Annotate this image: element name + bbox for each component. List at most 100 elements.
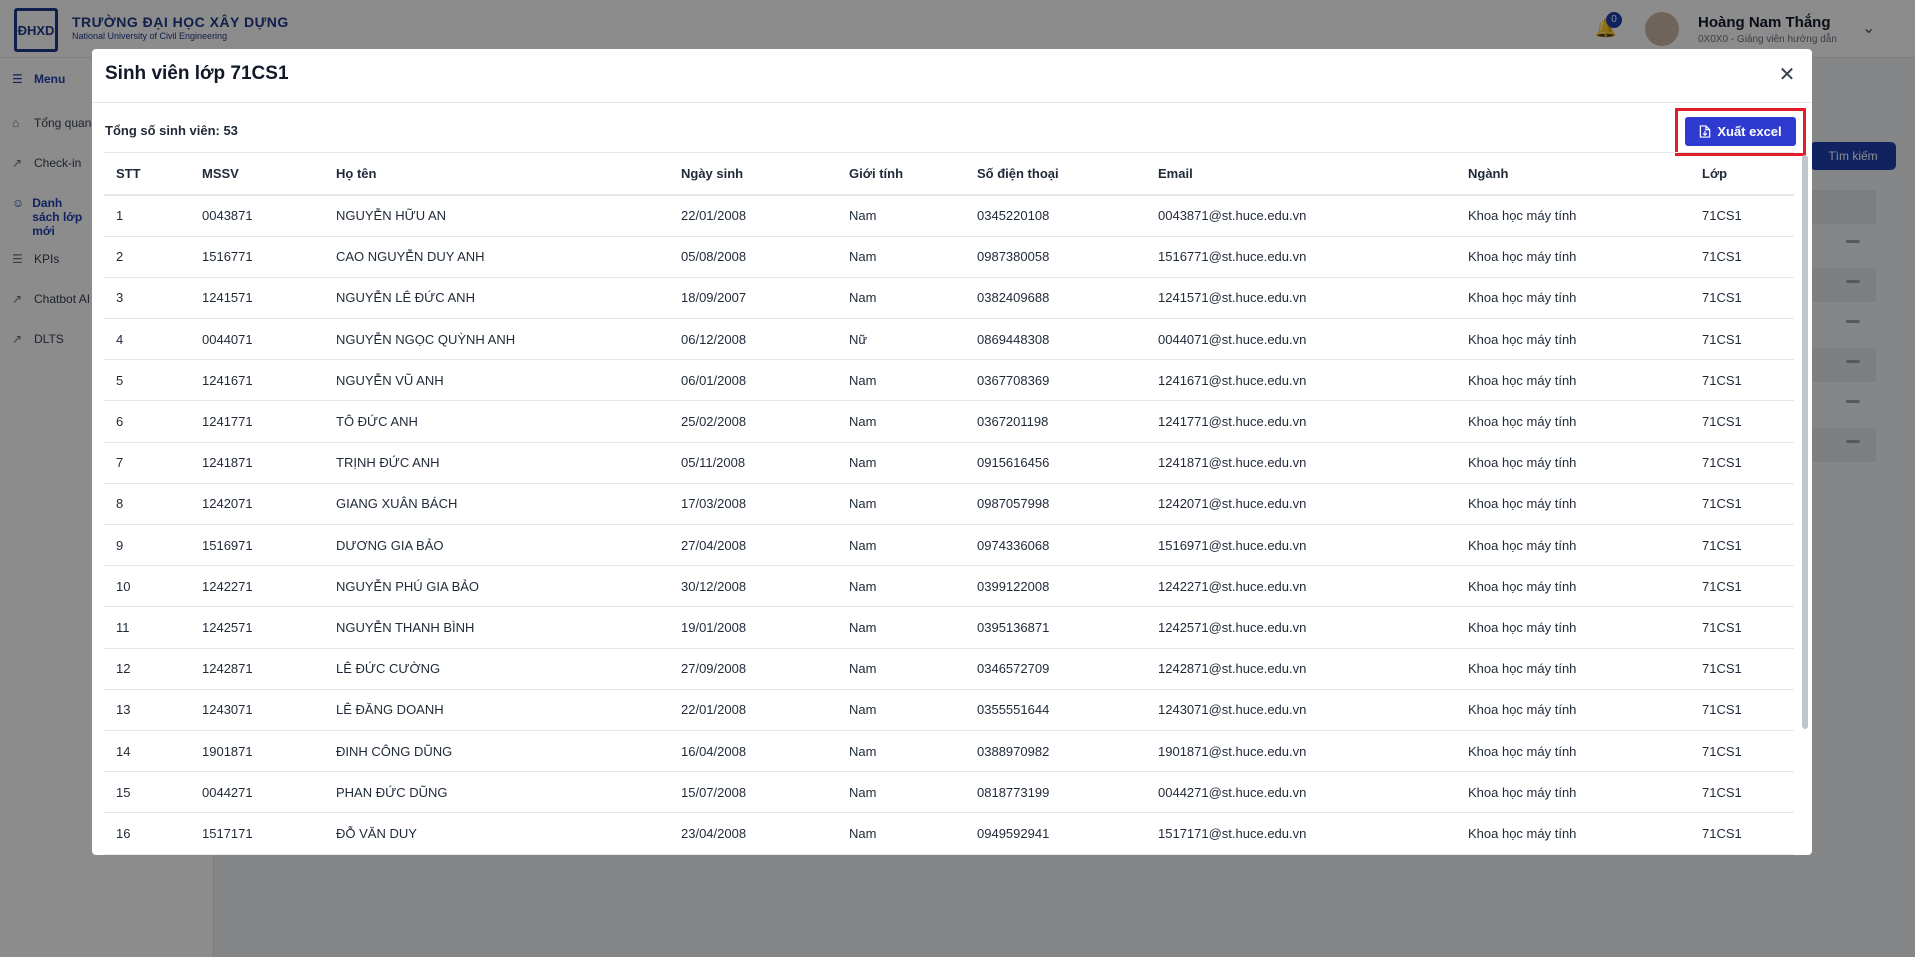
table-cell-email: 1901871@st.huce.edu.vn [1146,730,1456,773]
table-row[interactable]: 8 1242071 GIANG XUÂN BÁCH 17/03/2008 Nam 0987… [104,483,1794,526]
table-cell-phone: 0818773199 [965,771,1146,814]
table-cell-mssv: 0043871 [190,195,324,237]
table-cell-class: 71CS1 [1690,359,1794,402]
total-students: Tổng số sinh viên: 53 [105,123,238,138]
table-cell-phone: 0915616456 [965,442,1146,484]
table-cell-name: PHAN ĐỨC DŨNG [324,771,669,814]
table-cell-stt: 7 [104,442,190,484]
export-excel-button[interactable]: Xuất excel [1685,117,1796,146]
table-cell-mssv: 1901871 [190,730,324,773]
table-row[interactable]: 7 1241871 TRỊNH ĐỨC ANH 05/11/2008 Nam 091561… [104,442,1794,484]
table-row[interactable]: 2 1516771 CAO NGUYỄN DUY ANH 05/08/2008 Nam 0… [104,236,1794,278]
table-cell-dob: 15/07/2008 [669,771,837,814]
table-row[interactable]: 4 0044071 NGUYỄN NGỌC QUỲNH ANH 06/12/2008 N… [104,318,1794,361]
column-header-name[interactable]: Họ tên [324,153,669,196]
table-cell-mssv: 0044071 [190,318,324,361]
table-cell-name: LÊ ĐĂNG DOANH [324,689,669,731]
table-cell-class: 71CS1 [1690,483,1794,526]
table-cell-major: Khoa học máy tính [1456,812,1690,855]
table-cell-stt: 3 [104,277,190,320]
table-cell-email: 1517171@st.huce.edu.vn [1146,812,1456,855]
table-row[interactable]: 16 1517171 ĐỖ VĂN DUY 23/04/2008 Nam 09495929… [104,812,1794,855]
table-cell-stt: 14 [104,730,190,773]
table-row[interactable]: 1 0043871 NGUYỄN HỮU AN 22/01/2008 Nam 034522… [104,195,1794,237]
table-cell-mssv: 1516971 [190,524,324,567]
table-cell-email: 1242271@st.huce.edu.vn [1146,565,1456,608]
export-excel-label: Xuất excel [1717,124,1782,139]
table-cell-class: 71CS1 [1690,812,1794,855]
table-row[interactable]: 13 1243071 LÊ ĐĂNG DOANH 22/01/2008 Nam 03555… [104,689,1794,731]
table-cell-stt: 12 [104,648,190,690]
table-cell-name: NGUYỄN VŨ ANH [324,359,669,402]
table-cell-dob: 18/09/2007 [669,277,837,320]
table-cell-mssv: 1242271 [190,565,324,608]
table-cell-stt: 15 [104,771,190,814]
table-cell-dob: 06/01/2008 [669,359,837,402]
table-cell-name: NGUYỄN HỮU AN [324,195,669,237]
modal-header: Sinh viên lớp 71CS1 ✕ [92,49,1812,103]
student-table: STT MSSV Họ tên Ngày sinh Giới tính Số điện t… [104,153,1794,855]
table-cell-name: DƯƠNG GIA BẢO [324,524,669,567]
table-cell-email: 0044271@st.huce.edu.vn [1146,771,1456,814]
column-header-stt[interactable]: STT [104,153,190,196]
table-cell-class: 71CS1 [1690,442,1794,484]
column-header-class[interactable]: Lớp [1690,153,1794,196]
table-cell-major: Khoa học máy tính [1456,483,1690,526]
table-row[interactable]: 15 0044271 PHAN ĐỨC DŨNG 15/07/2008 Nam 08187… [104,771,1794,814]
table-cell-major: Khoa học máy tính [1456,524,1690,567]
table-cell-stt: 6 [104,400,190,443]
student-table-container[interactable]: STT MSSV Họ tên Ngày sinh Giới tính Số điện t… [104,152,1794,855]
table-cell-name: LÊ ĐỨC CƯỜNG [324,648,669,690]
table-cell-email: 1516971@st.huce.edu.vn [1146,524,1456,567]
table-cell-gender: Nữ [837,318,965,361]
table-cell-gender: Nam [837,400,965,443]
table-row[interactable]: 3 1241571 NGUYỄN LÊ ĐỨC ANH 18/09/2007 Nam 03… [104,277,1794,320]
table-cell-email: 0043871@st.huce.edu.vn [1146,195,1456,237]
table-row[interactable]: 11 1242571 NGUYỄN THANH BÌNH 19/01/2008 Nam 0… [104,606,1794,649]
table-cell-phone: 0974336068 [965,524,1146,567]
table-cell-stt: 5 [104,359,190,402]
table-cell-mssv: 1242571 [190,606,324,649]
table-cell-name: NGUYỄN THANH BÌNH [324,606,669,649]
table-cell-gender: Nam [837,277,965,320]
table-cell-phone: 0367201198 [965,400,1146,443]
table-cell-email: 1241671@st.huce.edu.vn [1146,359,1456,402]
table-row[interactable]: 10 1242271 NGUYỄN PHÚ GIA BẢO 30/12/2008 Nam… [104,565,1794,608]
table-cell-name: ĐINH CÔNG DŨNG [324,730,669,773]
table-cell-major: Khoa học máy tính [1456,689,1690,731]
table-cell-email: 0044071@st.huce.edu.vn [1146,318,1456,361]
table-row[interactable]: 14 1901871 ĐINH CÔNG DŨNG 16/04/2008 Nam 0388… [104,730,1794,773]
table-cell-mssv: 1243071 [190,689,324,731]
table-cell-email: 1242871@st.huce.edu.vn [1146,648,1456,690]
table-cell-gender: Nam [837,524,965,567]
table-cell-name: TRỊNH ĐỨC ANH [324,442,669,484]
table-row[interactable]: 9 1516971 DƯƠNG GIA BẢO 27/04/2008 Nam 097433… [104,524,1794,567]
table-cell-mssv: 1242071 [190,483,324,526]
table-cell-mssv: 1241771 [190,400,324,443]
column-header-mssv[interactable]: MSSV [190,153,324,196]
column-header-email[interactable]: Email [1146,153,1456,196]
table-cell-phone: 0388970982 [965,730,1146,773]
column-header-phone[interactable]: Số điện thoại [965,153,1146,196]
table-cell-phone: 0355551644 [965,689,1146,731]
column-header-major[interactable]: Ngành [1456,153,1690,196]
table-row[interactable]: 12 1242871 LÊ ĐỨC CƯỜNG 27/09/2008 Nam 034657… [104,648,1794,690]
table-cell-stt: 13 [104,689,190,731]
table-cell-phone: 0949592941 [965,812,1146,855]
scrollbar[interactable] [1802,155,1808,729]
column-header-gender[interactable]: Giới tính [837,153,965,196]
table-cell-gender: Nam [837,236,965,278]
table-cell-class: 71CS1 [1690,648,1794,690]
table-cell-major: Khoa học máy tính [1456,442,1690,484]
table-cell-mssv: 1517171 [190,812,324,855]
table-row[interactable]: 6 1241771 TÔ ĐỨC ANH 25/02/2008 Nam 036720119… [104,400,1794,443]
table-cell-email: 1241771@st.huce.edu.vn [1146,400,1456,443]
column-header-dob[interactable]: Ngày sinh [669,153,837,196]
table-cell-major: Khoa học máy tính [1456,771,1690,814]
table-cell-mssv: 1242871 [190,648,324,690]
close-icon[interactable]: ✕ [1775,63,1799,87]
table-cell-major: Khoa học máy tính [1456,318,1690,361]
table-cell-dob: 05/08/2008 [669,236,837,278]
table-cell-name: NGUYỄN NGỌC QUỲNH ANH [324,318,669,361]
table-row[interactable]: 5 1241671 NGUYỄN VŨ ANH 06/01/2008 Nam 036770… [104,359,1794,402]
